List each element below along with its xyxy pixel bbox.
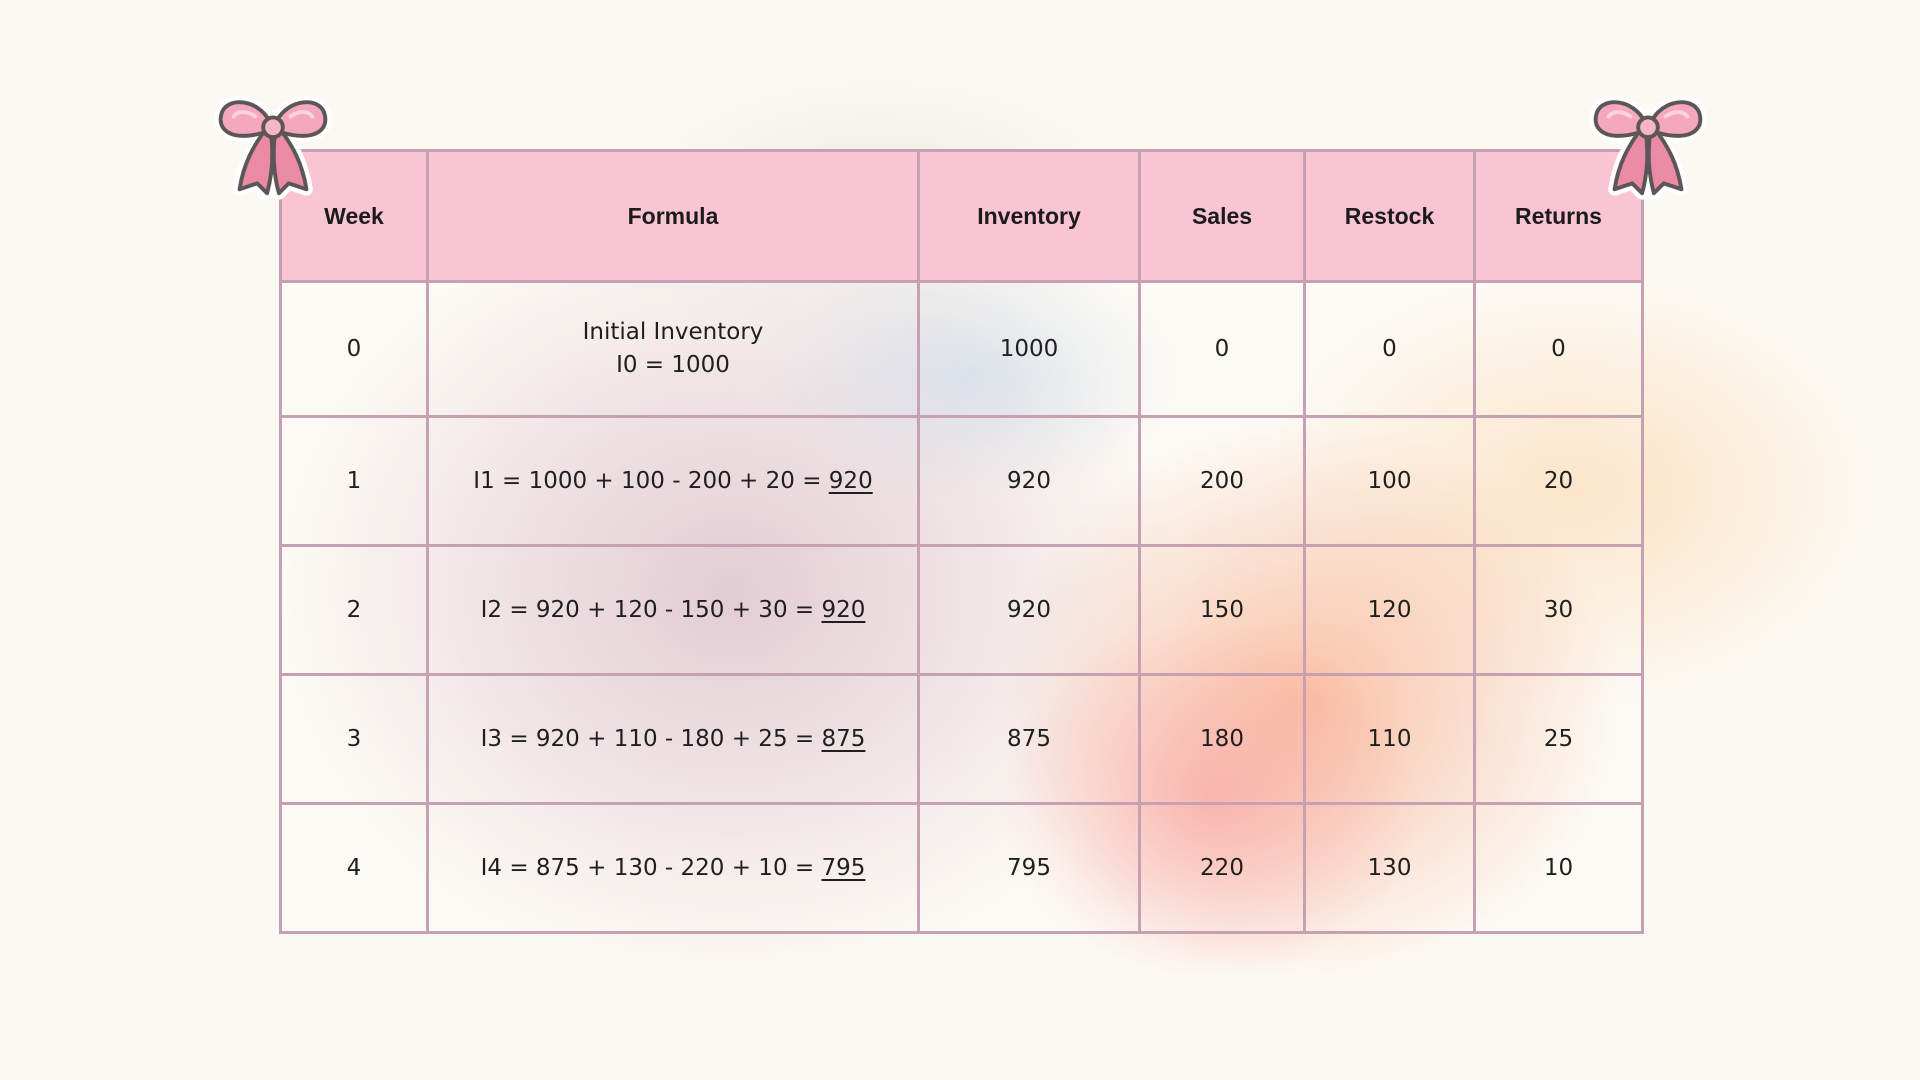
pink-bow-icon (214, 95, 332, 200)
returns-cell: 10 (1473, 802, 1644, 934)
week-cell: 3 (279, 673, 429, 805)
formula-text: I1 = 1000 + 100 - 200 + 20 = (473, 467, 829, 494)
table-row: 2 I2 = 920 + 120 - 150 + 30 = 920 920 15… (279, 544, 1644, 676)
returns-cell: 30 (1473, 544, 1644, 676)
inventory-table: Week Formula Inventory Sales Restock Ret… (279, 149, 1644, 934)
table-row: 4 I4 = 875 + 130 - 220 + 10 = 795 795 22… (279, 802, 1644, 934)
pink-bow-icon (1589, 95, 1707, 200)
sales-cell: 200 (1138, 415, 1306, 547)
restock-cell: 110 (1303, 673, 1476, 805)
inventory-cell: 920 (917, 415, 1141, 547)
formula-text: I2 = 920 + 120 - 150 + 30 = (480, 596, 822, 623)
table-row: 3 I3 = 920 + 110 - 180 + 25 = 875 875 18… (279, 673, 1644, 805)
formula-result: 875 (821, 725, 866, 752)
inventory-cell: 795 (917, 802, 1141, 934)
formula-cell: I4 = 875 + 130 - 220 + 10 = 795 (426, 802, 920, 934)
inventory-cell: 920 (917, 544, 1141, 676)
table-row: 0 Initial Inventory I0 = 1000 1000 0 0 0 (279, 280, 1644, 418)
sales-cell: 220 (1138, 802, 1306, 934)
week-cell: 4 (279, 802, 429, 934)
formula-label: Initial Inventory (582, 319, 764, 345)
header-sales: Sales (1138, 149, 1306, 283)
header-formula: Formula (426, 149, 920, 283)
formula-cell: I3 = 920 + 110 - 180 + 25 = 875 (426, 673, 920, 805)
table-row: 1 I1 = 1000 + 100 - 200 + 20 = 920 920 2… (279, 415, 1644, 547)
returns-cell: 0 (1473, 280, 1644, 418)
formula-cell: I1 = 1000 + 100 - 200 + 20 = 920 (426, 415, 920, 547)
header-restock: Restock (1303, 149, 1476, 283)
week-cell: 0 (279, 280, 429, 418)
header-inventory: Inventory (917, 149, 1141, 283)
inventory-cell: 875 (917, 673, 1141, 805)
formula-cell: I2 = 920 + 120 - 150 + 30 = 920 (426, 544, 920, 676)
sales-cell: 150 (1138, 544, 1306, 676)
week-cell: 2 (279, 544, 429, 676)
sales-cell: 180 (1138, 673, 1306, 805)
formula-text: I4 = 875 + 130 - 220 + 10 = (480, 854, 822, 881)
restock-cell: 100 (1303, 415, 1476, 547)
restock-cell: 130 (1303, 802, 1476, 934)
formula-cell: Initial Inventory I0 = 1000 (426, 280, 920, 418)
restock-cell: 0 (1303, 280, 1476, 418)
formula-text: I3 = 920 + 110 - 180 + 25 = (480, 725, 822, 752)
restock-cell: 120 (1303, 544, 1476, 676)
returns-cell: 25 (1473, 673, 1644, 805)
returns-cell: 20 (1473, 415, 1644, 547)
sales-cell: 0 (1138, 280, 1306, 418)
formula-result: 920 (821, 596, 866, 623)
formula-result: 795 (821, 854, 866, 881)
formula-text: I0 = 1000 (616, 352, 730, 378)
formula-result: 920 (828, 467, 873, 494)
inventory-cell: 1000 (917, 280, 1141, 418)
week-cell: 1 (279, 415, 429, 547)
header-row: Week Formula Inventory Sales Restock Ret… (279, 149, 1644, 283)
